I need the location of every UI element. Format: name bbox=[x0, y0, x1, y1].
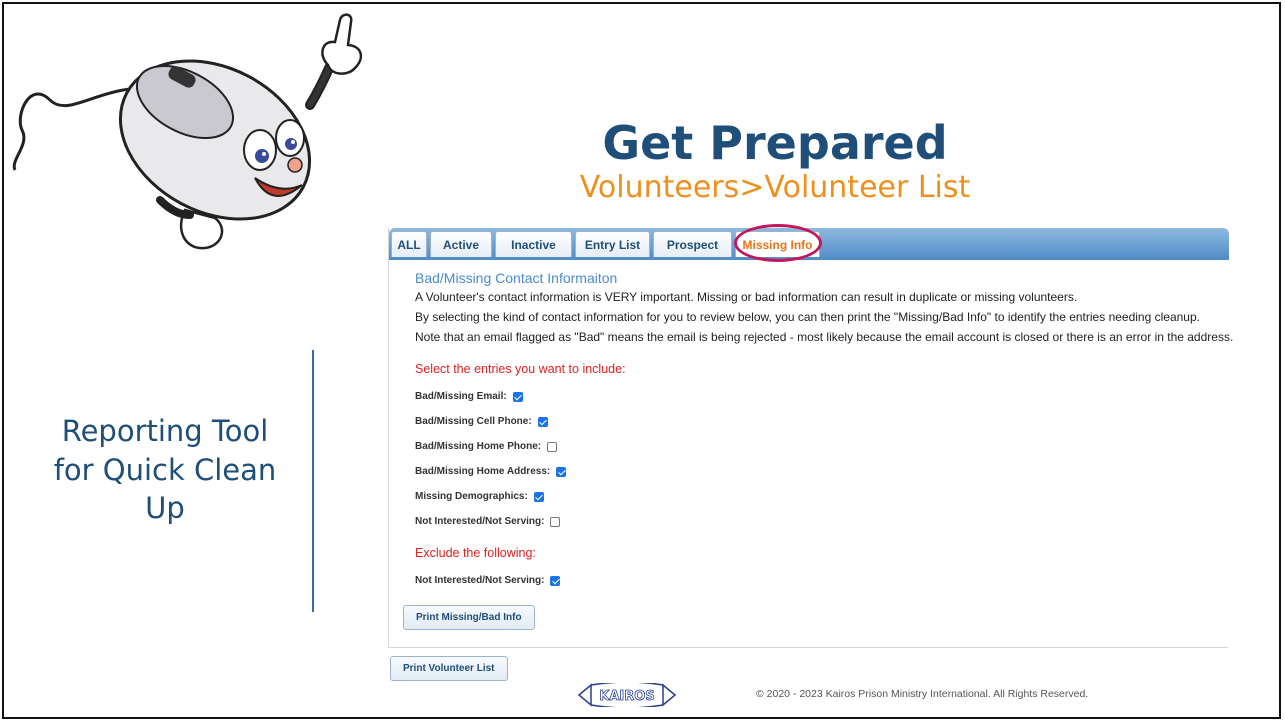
option-label: Bad/Missing Email: bbox=[415, 391, 507, 402]
option-bad-missing-home-phone: Bad/Missing Home Phone: bbox=[415, 434, 1227, 459]
copyright-text: © 2020 - 2023 Kairos Prison Ministry Int… bbox=[756, 688, 1089, 700]
checkbox-bad-missing-cell-phone[interactable] bbox=[537, 416, 548, 427]
volunteer-list-panel: ALL Active Inactive Entry List Prospect … bbox=[388, 224, 1234, 648]
option-label: Bad/Missing Home Phone: bbox=[415, 441, 542, 452]
tab-entry-list[interactable]: Entry List bbox=[575, 231, 650, 257]
include-heading: Select the entries you want to include: bbox=[415, 362, 626, 376]
section-title: Bad/Missing Contact Informaiton bbox=[415, 270, 618, 286]
tab-prospect[interactable]: Prospect bbox=[653, 231, 732, 257]
checkbox-bad-missing-home-address[interactable] bbox=[556, 466, 567, 477]
slide-title: Get Prepared bbox=[602, 116, 948, 170]
option-bad-missing-email: Bad/Missing Email: bbox=[415, 384, 1227, 409]
tab-missing-info[interactable]: Missing Info bbox=[735, 231, 820, 257]
info-paragraph-1: A Volunteer's contact information is VER… bbox=[415, 290, 1078, 304]
tab-bar: ALL Active Inactive Entry List Prospect … bbox=[389, 224, 1229, 262]
option-not-interested-exclude: Not Interested/Not Serving: bbox=[415, 568, 1227, 593]
side-caption: Reporting Tool for Quick Clean Up bbox=[53, 414, 277, 526]
option-bad-missing-cell-phone: Bad/Missing Cell Phone: bbox=[415, 409, 1227, 434]
logo-text: KAIROS bbox=[599, 689, 654, 704]
slide-subtitle: Volunteers>Volunteer List bbox=[579, 170, 971, 205]
missing-info-content: Bad/Missing Contact Informaiton A Volunt… bbox=[415, 270, 1234, 593]
tab-all[interactable]: ALL bbox=[391, 231, 427, 257]
option-label: Not Interested/Not Serving: bbox=[415, 516, 545, 527]
kairos-logo-icon: KAIROS bbox=[577, 683, 677, 707]
option-label: Bad/Missing Home Address: bbox=[415, 466, 551, 477]
option-missing-demographics: Missing Demographics: bbox=[415, 484, 1227, 509]
option-label: Bad/Missing Cell Phone: bbox=[415, 416, 532, 427]
tab-active[interactable]: Active bbox=[430, 231, 492, 257]
exclude-heading: Exclude the following: bbox=[415, 546, 536, 560]
info-paragraph-2: By selecting the kind of contact informa… bbox=[415, 310, 1200, 324]
print-missing-bad-info-button[interactable]: Print Missing/Bad Info bbox=[403, 605, 535, 630]
option-label: Missing Demographics: bbox=[415, 491, 528, 502]
checkbox-bad-missing-email[interactable] bbox=[512, 391, 523, 402]
checkbox-bad-missing-home-phone[interactable] bbox=[547, 441, 558, 452]
checkbox-missing-demographics[interactable] bbox=[533, 491, 544, 502]
option-bad-missing-home-address: Bad/Missing Home Address: bbox=[415, 459, 1227, 484]
option-label: Not Interested/Not Serving: bbox=[415, 575, 545, 586]
print-volunteer-list-button[interactable]: Print Volunteer List bbox=[390, 656, 508, 681]
tab-inactive[interactable]: Inactive bbox=[495, 231, 572, 257]
mouse-mascot-icon bbox=[12, 13, 363, 250]
option-not-interested-include: Not Interested/Not Serving: bbox=[415, 509, 1227, 534]
info-paragraph-3: Note that an email flagged as "Bad" mean… bbox=[415, 330, 1234, 344]
checkbox-not-interested-exclude[interactable] bbox=[550, 575, 561, 586]
side-divider bbox=[312, 350, 314, 612]
checkbox-not-interested-include[interactable] bbox=[550, 516, 561, 527]
